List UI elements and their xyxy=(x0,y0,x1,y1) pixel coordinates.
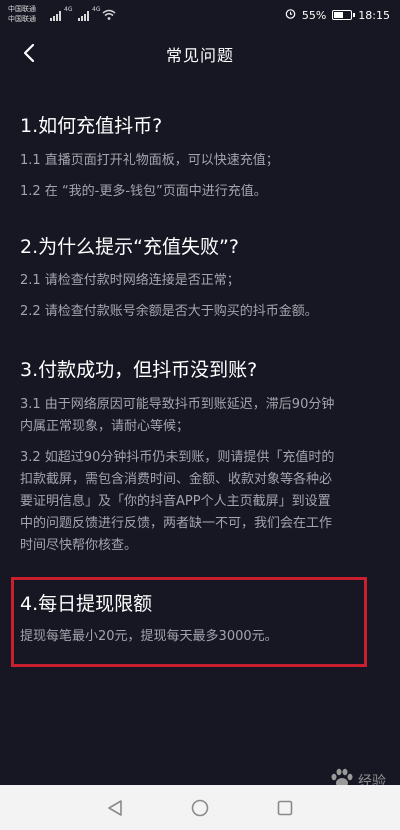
faq-heading: 2.为什么提示“充值失败”? xyxy=(20,236,239,258)
system-recents-button[interactable] xyxy=(270,793,300,823)
faq-answer-line: 内属正常现象，请耐心等候； xyxy=(20,419,190,434)
network-type-2: 4G xyxy=(92,6,101,13)
faq-answer-line: 中的问题反馈进行反馈，两者缺一不可，我们会在工作 xyxy=(20,516,333,531)
faq-answer-line: 扣款截屏，需包含消费时间、金额、收款对象等各种必 xyxy=(20,472,333,487)
triangle-back-icon xyxy=(108,800,122,816)
faq-section-3: 3.付款成功，但抖币没到账? 3.1 由于网络原因可能导致抖币到账延迟，滞后90… xyxy=(20,358,380,557)
alarm-icon xyxy=(285,8,296,22)
system-home-button[interactable] xyxy=(185,793,215,823)
carrier-label-1: 中国联通 xyxy=(8,5,36,13)
network-type-1: 4G xyxy=(64,6,73,13)
carrier-label-2: 中国联通 xyxy=(8,15,36,23)
circle-home-icon xyxy=(191,799,209,817)
faq-section-2: 2.为什么提示“充值失败”? 2.1 请检查付款时网络连接是否正常； 2.2 请… xyxy=(20,235,380,323)
wifi-icon xyxy=(102,9,116,23)
faq-answer-line: 时间尽快帮你核查。 xyxy=(20,538,138,553)
page-title: 常见问题 xyxy=(165,46,234,65)
faq-answer-line: 2.2 请检查付款账号余额是否大于购买的抖币金额。 xyxy=(20,304,318,319)
faq-answer-line: 3.2 如超过90分钟抖币仍未到账，则请提供「充值时的 xyxy=(20,450,335,465)
faq-answer-line: 1.2 在 “我的-更多-钱包”页面中进行充值。 xyxy=(20,184,267,199)
square-recents-icon xyxy=(277,800,293,816)
battery-icon xyxy=(332,10,356,20)
status-bar: 中国联通 中国联通 4G 4G 55% 18:15 xyxy=(0,0,400,32)
nav-bar: 常见问题 xyxy=(0,32,400,76)
faq-section-4: 4.每日提现限额 提现每笔最小20元，提现每天最多3000元。 xyxy=(20,592,380,648)
battery-fill xyxy=(334,12,344,18)
faq-heading: 4.每日提现限额 xyxy=(20,593,153,615)
faq-answer-line: 2.1 请检查付款时网络连接是否正常； xyxy=(20,273,240,288)
faq-answer-line: 3.1 由于网络原因可能导致抖币到账延迟，滞后90分钟 xyxy=(20,397,335,412)
faq-section-1: 1.如何充值抖币? 1.1 直播页面打开礼物面板，可以快速充值； 1.2 在 “… xyxy=(20,114,380,203)
faq-answer-line: 提现每笔最小20元，提现每天最多3000元。 xyxy=(20,629,278,644)
faq-answer-line: 1.1 直播页面打开礼物面板，可以快速充值； xyxy=(20,153,279,168)
system-nav-bar xyxy=(0,785,400,830)
faq-heading: 1.如何充值抖币? xyxy=(20,115,163,137)
system-back-button[interactable] xyxy=(100,793,130,823)
battery-percent: 55% xyxy=(301,8,327,22)
faq-answer-line: 要证明信息」及「你的抖音APP个人主页截屏」到设置 xyxy=(20,494,331,509)
faq-heading: 3.付款成功，但抖币没到账? xyxy=(20,359,258,381)
clock-time: 18:15 xyxy=(358,8,390,22)
